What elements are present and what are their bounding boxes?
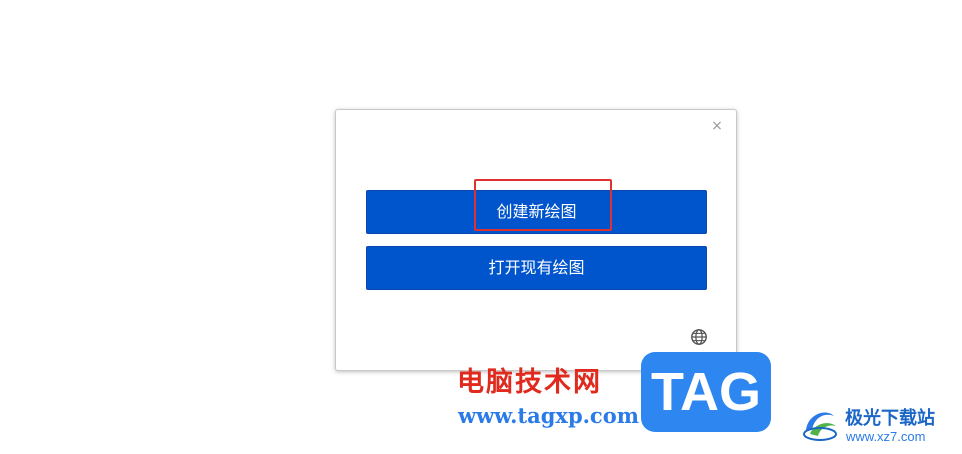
tag-logo: TAG	[641, 352, 771, 432]
open-existing-diagram-button[interactable]: 打开现有绘图	[366, 246, 707, 290]
close-icon[interactable]: ×	[710, 119, 724, 133]
create-new-diagram-button[interactable]: 创建新绘图	[366, 190, 707, 234]
start-dialog: × 创建新绘图 打开现有绘图	[335, 109, 737, 371]
watermark-brand2-url: www.xz7.com	[846, 429, 926, 444]
aurora-logo-icon	[803, 412, 837, 441]
globe-icon[interactable]	[690, 328, 708, 346]
watermark-site-url: www.tagxp.com	[458, 403, 639, 428]
watermark-brand2-name: 极光下载站	[845, 408, 935, 429]
watermark-site-name: 电脑技术网	[457, 367, 602, 398]
